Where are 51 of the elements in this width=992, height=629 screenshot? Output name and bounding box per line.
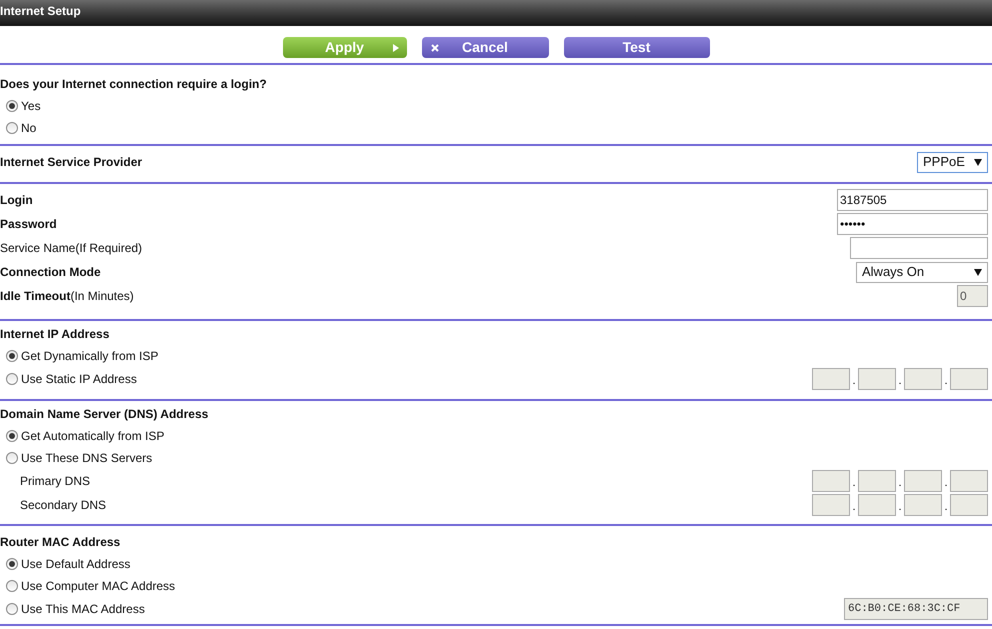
- dot-separator: .: [851, 476, 857, 488]
- dot-separator: .: [943, 374, 949, 386]
- field-label: Login: [0, 192, 33, 209]
- dot-separator: .: [943, 500, 949, 512]
- field-label: Service Name(If Required): [0, 240, 142, 257]
- field-label: Idle Timeout(In Minutes): [0, 288, 134, 305]
- field-label: Connection Mode: [0, 264, 101, 281]
- radio-option[interactable]: Use Default Address: [0, 555, 130, 573]
- caret-icon: [974, 158, 982, 166]
- radio-option[interactable]: Get Dynamically from ISP: [0, 347, 158, 365]
- radio-option[interactable]: Use Computer MAC Address: [0, 577, 176, 595]
- dot-separator: .: [943, 476, 949, 488]
- field-label: Password: [0, 216, 57, 233]
- radio-option[interactable]: Get Automatically from ISP: [0, 427, 164, 445]
- dot-separator: .: [851, 374, 857, 386]
- dot-separator: .: [897, 500, 903, 512]
- radio-option[interactable]: Use These DNS Servers: [0, 449, 152, 467]
- text-field[interactable]: ••••••: [837, 213, 988, 235]
- section-heading: Does your Internet connection require a login?: [0, 76, 267, 93]
- radio-button[interactable]: [6, 580, 18, 592]
- field-label: Primary DNS: [19, 473, 90, 490]
- radio-button[interactable]: [6, 100, 18, 112]
- dot-separator: .: [897, 374, 903, 386]
- radio-button[interactable]: [6, 558, 18, 570]
- close-icon: [430, 44, 438, 52]
- radio-button[interactable]: [6, 603, 18, 615]
- dropdown[interactable]: PPPoE: [917, 152, 988, 172]
- radio-option[interactable]: Use This MAC Address: [0, 600, 145, 618]
- radio-button[interactable]: [6, 350, 18, 362]
- caret-icon: [974, 268, 982, 276]
- section-heading: Internet IP Address: [0, 326, 110, 343]
- dot-separator: .: [851, 500, 857, 512]
- test-button[interactable]: Test: [564, 37, 710, 58]
- radio-button[interactable]: [6, 452, 18, 464]
- radio-button[interactable]: [6, 373, 18, 385]
- field-label: Secondary DNS: [19, 497, 106, 514]
- radio-option[interactable]: Use Static IP Address: [0, 370, 137, 388]
- section-heading: Router MAC Address: [0, 534, 120, 551]
- window-title: Internet Setup: [0, 3, 81, 20]
- text-field[interactable]: 3187505: [837, 189, 988, 211]
- text-field[interactable]: [850, 237, 988, 259]
- radio-option[interactable]: No: [0, 119, 36, 137]
- radio-option[interactable]: Yes: [0, 97, 41, 115]
- field-label: Internet Service Provider: [0, 154, 142, 171]
- cancel-button[interactable]: Cancel: [422, 37, 548, 58]
- radio-button[interactable]: [6, 122, 18, 134]
- dot-separator: .: [897, 476, 903, 488]
- section-heading: Domain Name Server (DNS) Address: [0, 406, 208, 423]
- radio-button[interactable]: [6, 430, 18, 442]
- dropdown[interactable]: Always On: [856, 262, 988, 282]
- play-icon: [392, 44, 398, 52]
